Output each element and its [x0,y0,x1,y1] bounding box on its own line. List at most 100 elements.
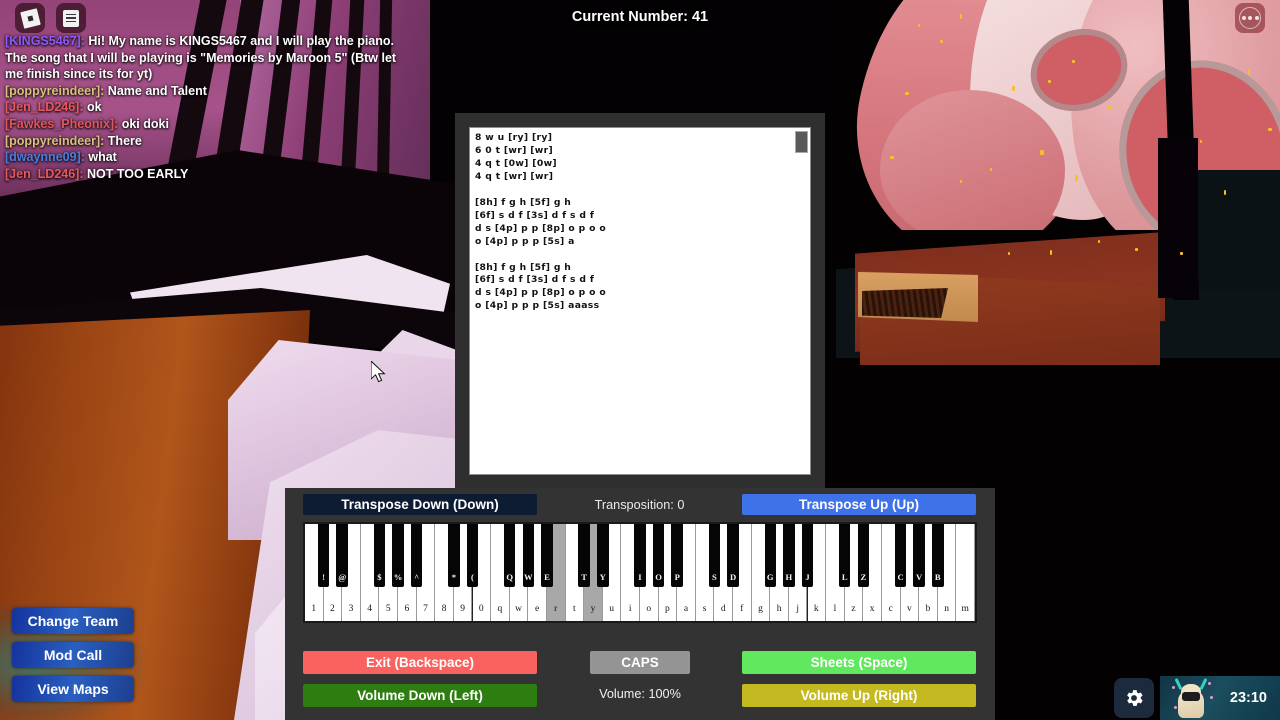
scene-spark [1048,80,1051,83]
piano-black-key-G[interactable]: G [764,524,777,587]
piano-black-key-J[interactable]: J [801,524,814,587]
piano-black-key-Z[interactable]: Z [857,524,870,587]
volume-down-button[interactable]: Volume Down (Left) [303,684,537,707]
piano-black-key-I[interactable]: I [634,524,646,587]
menu-button-mod-call[interactable]: Mod Call [12,642,134,668]
sheet-scrollbar-track[interactable] [795,130,808,474]
transpose-up-button[interactable]: Transpose Up (Up) [742,494,976,515]
chat-log: [KINGS5467]: Hi! My name is KINGS5467 an… [5,33,405,182]
piano-black-key-C[interactable]: C [894,524,907,587]
transposition-label: Transposition: 0 [594,498,685,512]
piano-black-key-label: D [729,572,737,582]
piano-black-key-V[interactable]: V [913,524,925,587]
piano-black-key-$[interactable]: $ [373,524,386,587]
piano-black-key-label: % [393,572,403,582]
piano-black-key-label: @ [338,572,347,582]
scene-spark [990,168,992,171]
more-options-icon[interactable] [1235,3,1265,33]
chat-text: NOT TOO EARLY [86,166,189,181]
piano-black-key-*[interactable]: * [448,524,460,587]
piano-black-key-E[interactable]: E [541,524,553,587]
piano-black-key-label: Y [599,572,606,582]
piano-white-key-label: 4 [367,604,372,614]
chat-list-icon[interactable] [56,3,86,33]
chat-text: Name and Talent [107,83,207,98]
gear-icon[interactable] [1114,678,1154,718]
piano-black-key-T[interactable]: T [578,524,590,587]
bottom-right-bar: 23:10 [1114,676,1280,720]
piano-black-key-label: T [581,572,588,582]
piano-white-key-label: v [906,604,912,614]
piano-black-key-label: P [674,572,680,582]
volume-up-button[interactable]: Volume Up (Right) [742,684,976,707]
piano-black-key-D[interactable]: D [727,524,739,587]
piano-black-key-label: $ [377,572,382,582]
roblox-logo-icon[interactable] [15,3,45,33]
piano-white-key-m[interactable]: m [956,524,975,621]
piano-black-key-label: L [841,572,848,582]
piano-black-key-B[interactable]: B [932,524,944,587]
piano-black-key-@[interactable]: @ [336,524,348,587]
piano-black-key-label: Z [860,572,867,582]
scene-spark [1012,86,1015,91]
scene-far-black [1195,170,1280,290]
menu-button-change-team[interactable]: Change Team [12,608,134,634]
avatar-chip[interactable]: 23:10 [1160,676,1280,720]
scene-pillar-base [1158,138,1198,298]
piano-white-key-label: b [925,604,931,614]
piano-black-key-W[interactable]: W [522,524,535,587]
piano-white-key-label: a [683,604,689,614]
piano-black-key-label: B [934,572,941,582]
scene-spark [1050,250,1052,255]
menu-button-view-maps[interactable]: View Maps [12,676,134,702]
piano-white-key-label: f [740,604,744,614]
piano-black-key-label: I [638,572,642,582]
piano-white-key-label: n [944,604,949,614]
piano-black-key-Q[interactable]: Q [503,524,516,587]
piano-black-key-Y[interactable]: Y [597,524,609,587]
piano-white-key-label: t [573,604,576,614]
piano-black-key-([interactable]: ( [466,524,479,587]
chat-username: [Jen_LD246]: [5,166,87,181]
piano-white-key-label: k [813,604,819,614]
chat-text: There [107,133,142,148]
piano-black-key-label: W [524,572,533,582]
piano-white-key-label: 8 [441,604,447,614]
piano-black-key-![interactable]: ! [317,524,330,587]
chat-text: ok [86,100,102,115]
piano-black-key-label: G [766,572,774,582]
piano-black-key-label: V [916,572,923,582]
piano-white-key-label: 0 [478,604,484,614]
piano-black-key-label: J [805,572,810,582]
piano-white-key-label: 1 [311,604,317,614]
transpose-down-button[interactable]: Transpose Down (Down) [303,494,537,515]
piano-black-key-^[interactable]: ^ [410,524,423,587]
piano-white-key-label: e [535,604,540,614]
chat-message: [KINGS5467]: Hi! My name is KINGS5467 an… [5,33,405,83]
piano-white-key-label: q [497,604,503,614]
mouse-cursor [371,361,386,383]
piano-black-key-%[interactable]: % [392,524,404,587]
chat-username: [dwaynne09]: [5,150,89,165]
piano-keyboard[interactable]: 1 2 3 4 5 6 7 8 9 0 q w e r t y u i o p a s d f g h j k l z x c v b n m! @ $%… [303,522,977,623]
piano-white-key-label: u [609,604,614,614]
piano-white-key-label: 5 [385,604,391,614]
chat-message: [Jen_LD246]: ok [5,99,405,116]
scene-spark [960,180,962,183]
sheet-music-textbox[interactable]: 8 w u [ry] [ry] 6 0 t [wr] [wr] 4 q t [0… [469,127,811,475]
scene-spark [1180,252,1183,255]
exit-button[interactable]: Exit (Backspace) [303,651,537,674]
piano-white-key-label: i [628,604,632,614]
clock-label: 23:10 [1229,690,1267,706]
piano-black-key-S[interactable]: S [708,524,721,587]
sheet-scrollbar-thumb[interactable] [795,131,808,153]
piano-white-key-label: s [702,604,707,614]
sheets-button[interactable]: Sheets (Space) [742,651,976,674]
piano-white-key-label: m [961,604,969,614]
piano-black-key-O[interactable]: O [652,524,665,587]
piano-black-key-L[interactable]: L [838,524,851,587]
caps-button[interactable]: CAPS [590,651,690,674]
scene-spark [890,156,894,159]
piano-black-key-P[interactable]: P [671,524,683,587]
piano-black-key-H[interactable]: H [783,524,795,587]
